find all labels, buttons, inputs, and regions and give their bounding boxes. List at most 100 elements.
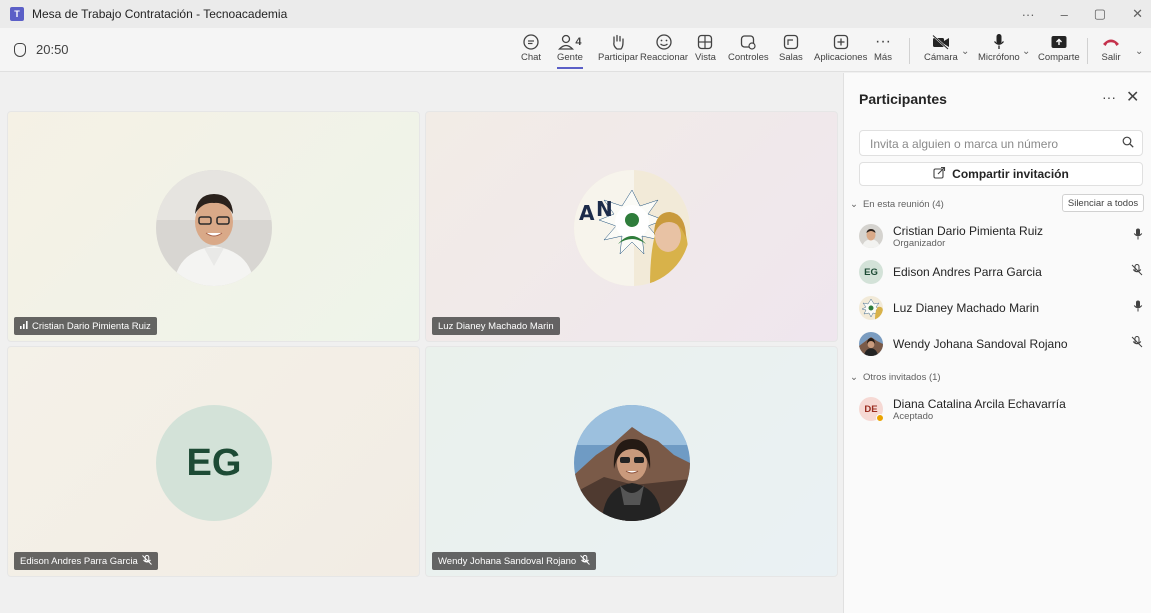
mic-off-icon — [1131, 264, 1143, 279]
avatar-initials: EG — [864, 266, 878, 278]
react-label: Reaccionar — [640, 52, 689, 63]
chevron-down-icon: ⌄ — [850, 372, 858, 383]
avatar: EG — [859, 260, 883, 284]
video-tile[interactable]: Cristian Dario Pimienta Ruiz — [7, 111, 420, 342]
more-dots-icon: ··· — [874, 33, 891, 50]
meeting-toolbar: 20:50 Chat 4 Gente Participar Reaccionar… — [0, 28, 1151, 72]
camera-button[interactable]: Cámara — [924, 32, 958, 63]
participant-role: Aceptado — [893, 410, 934, 422]
grid-view-icon — [697, 32, 713, 52]
camera-off-icon — [931, 32, 951, 52]
window-title: Mesa de Trabajo Contratación - Tecnoacad… — [32, 7, 288, 21]
participant-name: Edison Andres Parra Garcia — [893, 265, 1042, 279]
view-button[interactable]: Vista — [695, 32, 716, 63]
participant-item[interactable]: Luz Dianey Machado Marin — [859, 293, 1149, 323]
shield-icon — [14, 42, 26, 57]
people-label: Gente — [557, 52, 583, 63]
participant-item[interactable]: Wendy Johana Sandoval Rojano — [859, 329, 1149, 359]
chat-button[interactable]: Chat — [521, 32, 541, 63]
mic-options-chevron-icon[interactable]: ⌄ — [1022, 46, 1030, 57]
video-tile[interactable]: A N Luz Dianey Machado Marin — [425, 111, 838, 342]
chat-icon — [522, 32, 540, 52]
microphone-button[interactable]: Micrófono — [978, 32, 1020, 63]
avatar: DE — [859, 397, 884, 422]
video-tile[interactable]: Wendy Johana Sandoval Rojano — [425, 346, 838, 577]
leave-label: Salir — [1101, 52, 1121, 63]
participant-photo: A N — [574, 170, 690, 286]
participant-item[interactable]: EG Edison Andres Parra Garcia — [859, 257, 1149, 287]
raise-hand-icon — [610, 32, 626, 52]
participant-name: Cristian Dario Pimienta Ruiz — [893, 223, 1044, 238]
teams-logo-icon: T — [10, 7, 24, 21]
in-meeting-section-header[interactable]: ⌄ En esta reunión (4) — [850, 199, 944, 210]
microphone-icon — [1133, 300, 1143, 315]
close-window-icon[interactable]: ✕ — [1132, 6, 1143, 22]
video-tile[interactable]: EG Edison Andres Parra Garcia — [7, 346, 420, 577]
apps-button[interactable]: Aplicaciones — [814, 32, 867, 63]
leave-options-chevron-icon[interactable]: ⌄ — [1135, 46, 1143, 57]
share-button[interactable]: Comparte — [1038, 32, 1080, 63]
raise-hand-label: Participar — [598, 52, 639, 63]
camera-label: Cámara — [924, 52, 958, 63]
mic-off-icon — [1131, 336, 1143, 351]
title-bar: T Mesa de Trabajo Contratación - Tecnoac… — [0, 0, 1151, 28]
share-invite-label: Compartir invitación — [952, 167, 1069, 181]
people-count: 4 — [575, 36, 582, 48]
restore-icon[interactable]: ▢ — [1094, 6, 1106, 22]
tile-name-tag: Cristian Dario Pimienta Ruiz — [14, 317, 157, 335]
raise-hand-button[interactable]: Participar — [598, 32, 638, 63]
mute-all-button[interactable]: Silenciar a todos — [1062, 194, 1144, 212]
initials-avatar: EG — [156, 405, 272, 521]
share-invite-button[interactable]: Compartir invitación — [859, 162, 1143, 186]
rooms-icon — [783, 32, 799, 52]
tile-name: Wendy Johana Sandoval Rojano — [438, 555, 577, 567]
avatar-initials: EG — [186, 441, 242, 484]
minimize-icon[interactable]: – — [1061, 7, 1068, 22]
status-dot-icon — [876, 414, 884, 422]
people-button[interactable]: 4 Gente — [557, 32, 583, 69]
more-label: Más — [874, 52, 892, 63]
add-app-icon — [833, 32, 849, 52]
toolbar-divider-2 — [1087, 38, 1088, 64]
tile-name: Cristian Dario Pimienta Ruiz — [32, 320, 151, 332]
rooms-label: Salas — [779, 52, 803, 63]
others-section-header[interactable]: ⌄ Otros invitados (1) — [850, 372, 941, 383]
share-screen-icon — [1050, 32, 1068, 52]
participant-item[interactable]: Cristian Dario Pimienta Ruiz Organizador — [859, 221, 1149, 251]
svg-text:N: N — [596, 197, 613, 221]
mic-off-icon — [141, 554, 152, 568]
panel-more-icon[interactable]: ··· — [1102, 89, 1116, 105]
react-button[interactable]: Reaccionar — [640, 32, 688, 63]
controls-button[interactable]: Controles — [728, 32, 769, 63]
participant-photo — [156, 170, 272, 286]
apps-label: Aplicaciones — [814, 52, 868, 63]
chevron-down-icon: ⌄ — [850, 199, 858, 210]
avatar — [859, 332, 883, 356]
share-label: Comparte — [1038, 52, 1080, 63]
meeting-timer: 20:50 — [14, 42, 69, 57]
window-more-icon[interactable]: ··· — [1022, 7, 1035, 22]
leave-button[interactable]: Salir — [1101, 32, 1121, 63]
window-controls: ··· – ▢ ✕ — [1022, 0, 1143, 28]
mute-all-label: Silenciar a todos — [1067, 197, 1139, 209]
more-button[interactable]: ··· Más — [874, 32, 892, 63]
share-invite-icon — [933, 166, 946, 182]
participants-panel: Participantes ··· ✕ Invita a alguien o m… — [843, 73, 1151, 613]
breakout-rooms-button[interactable]: Salas — [779, 32, 803, 63]
search-icon[interactable] — [1122, 136, 1134, 151]
invite-search-input[interactable]: Invita a alguien o marca un número — [859, 130, 1143, 156]
chat-label: Chat — [521, 52, 542, 63]
tile-name: Edison Andres Parra Garcia — [20, 555, 138, 567]
view-label: Vista — [695, 52, 716, 63]
controls-icon — [740, 32, 756, 52]
tile-name: Luz Dianey Machado Marin — [438, 320, 554, 332]
invited-item[interactable]: DE Diana Catalina Arcila Echavarría Acep… — [859, 394, 1149, 424]
close-icon[interactable]: ✕ — [1126, 87, 1139, 107]
participant-name: Diana Catalina Arcila Echavarría — [893, 396, 1066, 411]
people-icon: 4 — [558, 32, 582, 52]
svg-text:A: A — [579, 201, 595, 225]
camera-options-chevron-icon[interactable]: ⌄ — [961, 46, 969, 57]
tile-name-tag: Luz Dianey Machado Marin — [432, 317, 560, 335]
signal-strength-icon — [20, 320, 28, 332]
avatar — [859, 224, 883, 248]
